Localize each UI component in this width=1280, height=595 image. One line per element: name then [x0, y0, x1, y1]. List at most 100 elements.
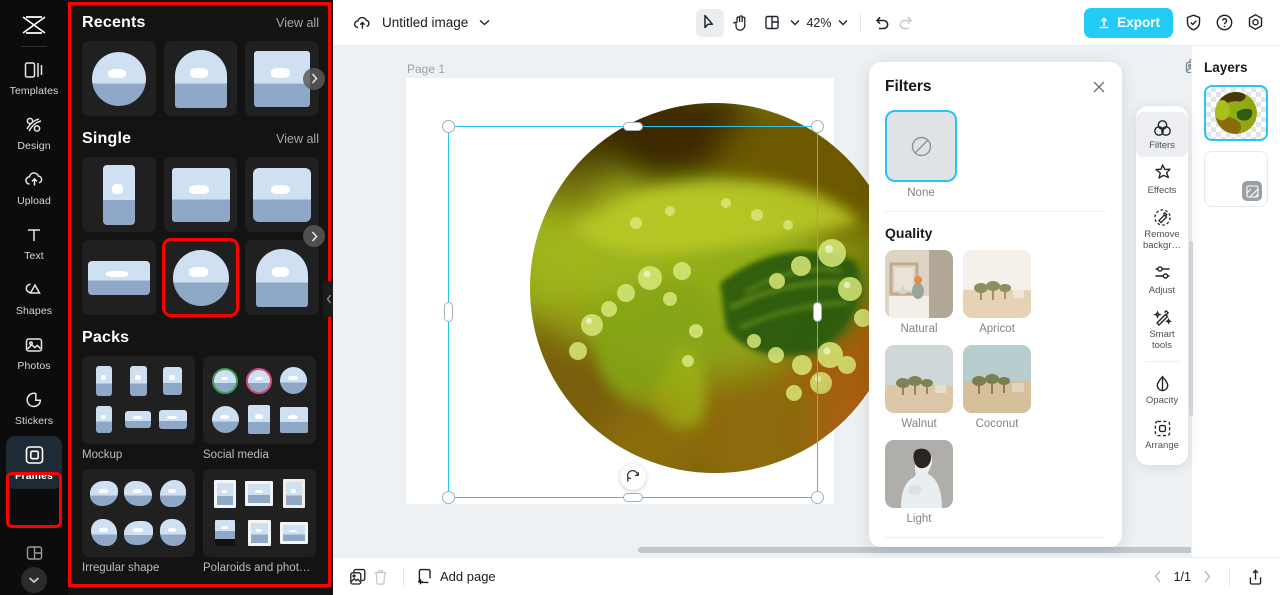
filter-none-tile[interactable] [885, 110, 957, 182]
resize-handle-bottom[interactable] [623, 493, 643, 502]
canvas-stage[interactable]: Page 1 Filters None Quality Natural Apri… [333, 46, 1280, 557]
frame-tile-circle-selected[interactable] [161, 238, 240, 317]
document-title[interactable]: Untitled image [382, 15, 468, 30]
single-next-arrow[interactable] [303, 225, 325, 247]
tool-filters[interactable]: Filters [1136, 112, 1188, 157]
page-label: Page 1 [407, 62, 446, 76]
resize-handle-right[interactable] [813, 302, 822, 322]
tools-divider [1145, 361, 1179, 363]
pack-irregular-shape[interactable]: Irregular shape [82, 469, 195, 574]
frame-tile-circle[interactable] [82, 41, 156, 116]
frame-tile-arch[interactable] [163, 41, 238, 116]
filters-divider-2 [885, 537, 1106, 538]
tool-opacity[interactable]: Opacity [1136, 367, 1188, 412]
tool-remove-background[interactable]: Remove backgr… [1136, 201, 1188, 256]
cloud-save-icon[interactable] [351, 12, 373, 34]
hand-tool-button[interactable] [726, 9, 754, 37]
next-page-button[interactable] [1203, 570, 1211, 583]
zoom-dropdown-icon[interactable] [837, 12, 850, 34]
sidebar-item-frames[interactable]: Frames [6, 436, 62, 489]
sidebar-item-text[interactable]: Text [6, 216, 62, 269]
close-icon[interactable] [1092, 80, 1106, 94]
top-bar: Untitled image 42% Export [333, 0, 1280, 46]
capcut-logo-icon[interactable] [19, 10, 49, 40]
tool-adjust[interactable]: Adjust [1136, 257, 1188, 302]
bottom-bar-right: 1/1 [1154, 566, 1266, 588]
tool-effects[interactable]: Effects [1136, 157, 1188, 202]
duplicate-page-icon[interactable] [347, 566, 369, 588]
adjust-sliders-icon [1152, 263, 1172, 283]
tool-label: Arrange [1145, 440, 1179, 451]
select-tool-button[interactable] [695, 8, 724, 37]
filter-group-title-quality: Quality [885, 225, 933, 241]
filter-item-apricot[interactable]: Apricot [963, 250, 1031, 335]
filter-item-walnut[interactable]: Walnut [885, 345, 953, 430]
resize-handle-tl[interactable] [442, 120, 455, 133]
undo-icon[interactable] [871, 12, 893, 34]
rail-expand-button[interactable] [21, 567, 47, 593]
tool-arrange[interactable]: Arrange [1136, 412, 1188, 457]
add-page-button[interactable]: Add page [416, 568, 496, 586]
grid-layout-icon[interactable] [24, 543, 44, 563]
recents-view-all[interactable]: View all [276, 16, 319, 30]
filter-item-light[interactable]: Light [885, 440, 953, 525]
settings-gear-icon[interactable] [1244, 12, 1266, 34]
frame-tile-square[interactable] [163, 157, 238, 232]
sidebar-item-design[interactable]: Design [6, 106, 62, 159]
chevron-down-icon[interactable] [477, 12, 491, 34]
pack-preview [82, 469, 195, 557]
shield-check-icon[interactable] [1182, 12, 1204, 34]
frame-tile-square-2[interactable] [245, 157, 320, 232]
sidebar-item-templates[interactable]: Templates [6, 51, 62, 104]
filter-item-natural[interactable]: Natural [885, 250, 953, 335]
prev-page-button[interactable] [1154, 570, 1162, 583]
frame-tile-portrait[interactable] [82, 157, 156, 232]
resize-handle-left[interactable] [444, 302, 453, 322]
zoom-level[interactable]: 42% [804, 16, 833, 30]
layer-item-image[interactable] [1204, 85, 1268, 141]
section-title: Single [82, 130, 132, 147]
layers-panel: Layers [1191, 46, 1280, 557]
pack-label: Irregular shape [82, 562, 160, 574]
top-bar-left: Untitled image [333, 12, 491, 34]
smart-wand-icon [1152, 307, 1172, 327]
resize-handle-bl[interactable] [442, 491, 455, 504]
filter-item-coconut[interactable]: Coconut [963, 345, 1031, 430]
tools-scrollbar[interactable] [1189, 241, 1193, 416]
sidebar-label: Frames [15, 469, 53, 482]
sidebar-item-shapes[interactable]: Shapes [6, 271, 62, 324]
trash-icon[interactable] [369, 566, 391, 588]
resize-handle-tr[interactable] [811, 120, 824, 133]
sidebar-item-photos[interactable]: Photos [6, 326, 62, 379]
panel-collapse-button[interactable] [323, 281, 333, 317]
remove-background-icon [1152, 207, 1172, 227]
filter-grid-quality: Natural Apricot Walnut Coconut Light [869, 250, 1122, 525]
sidebar-item-stickers[interactable]: Stickers [6, 381, 62, 434]
layout-dropdown-icon[interactable] [788, 12, 801, 34]
recents-next-arrow[interactable] [303, 67, 325, 90]
sidebar-item-upload[interactable]: Upload [6, 161, 62, 214]
export-button[interactable]: Export [1084, 7, 1173, 38]
layer-item-background[interactable] [1204, 151, 1268, 207]
pack-polaroids[interactable]: Polaroids and photo f... [203, 469, 316, 574]
resize-handle-top[interactable] [623, 122, 643, 131]
canvas-horizontal-scrollbar[interactable] [638, 547, 1218, 553]
frame-tile-landscape[interactable] [82, 240, 156, 315]
filter-label: Light [906, 513, 932, 525]
redo-icon[interactable] [896, 12, 918, 34]
frame-tile-arch[interactable] [245, 240, 320, 315]
layout-tool-button[interactable] [757, 9, 785, 37]
tool-smart-tools[interactable]: Smart tools [1136, 301, 1188, 356]
single-view-all[interactable]: View all [276, 132, 319, 146]
pack-mockup[interactable]: Mockup [82, 356, 195, 461]
share-upload-icon[interactable] [1244, 566, 1266, 588]
top-bar-tools: 42% [695, 8, 918, 37]
resize-handle-br[interactable] [811, 491, 824, 504]
packs-header: Packs [82, 329, 319, 347]
pack-social-media[interactable]: Social media [203, 356, 316, 461]
rotate-handle-icon[interactable] [620, 464, 646, 490]
tool-label: Filters [1149, 140, 1175, 151]
frames-panel-scroll: Recents View all Single View all Packs M… [68, 0, 333, 595]
pack-label: Mockup [82, 449, 123, 461]
help-question-icon[interactable] [1213, 12, 1235, 34]
